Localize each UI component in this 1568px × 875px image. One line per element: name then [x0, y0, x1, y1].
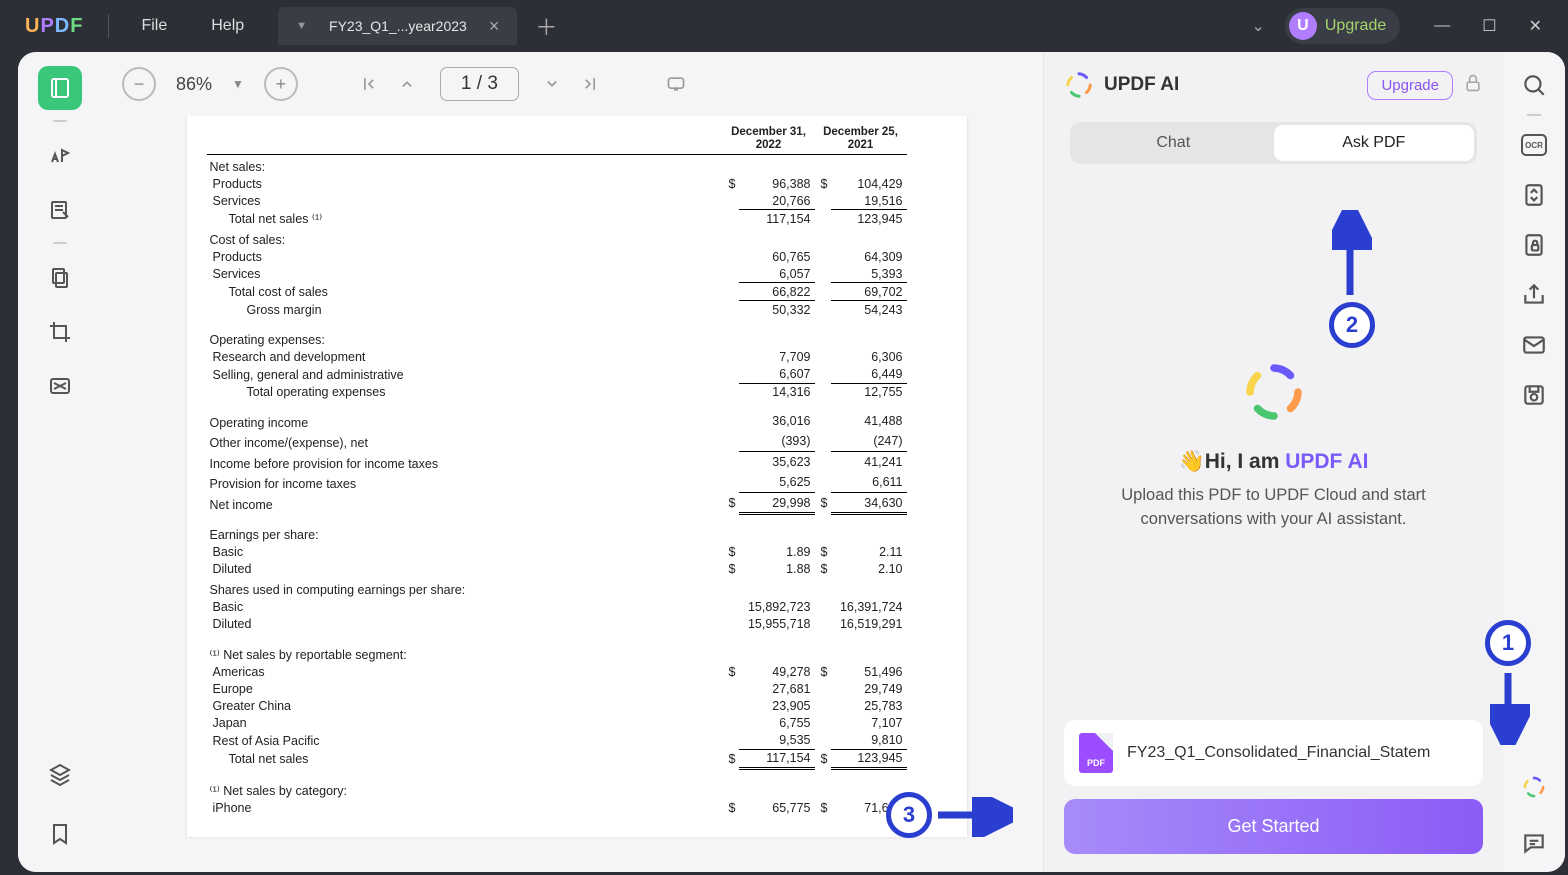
edit-tool[interactable]	[38, 188, 82, 232]
titlebar: UPDF File Help ▼ FY23_Q1_...year2023 × ＋…	[0, 0, 1568, 52]
left-toolbar	[18, 52, 102, 872]
upgrade-label: Upgrade	[1325, 17, 1386, 35]
first-page-button[interactable]	[354, 69, 384, 99]
redact-tool[interactable]	[38, 364, 82, 408]
ai-assistant-icon[interactable]	[1519, 772, 1549, 802]
comment-tool[interactable]	[38, 134, 82, 178]
ai-panel: UPDF AI Upgrade Chat Ask PDF 👋Hi, I am U…	[1043, 52, 1503, 872]
zoom-value[interactable]: 86%	[164, 74, 224, 95]
tab-dropdown-icon[interactable]: ▼	[286, 20, 317, 32]
separator	[1527, 114, 1541, 116]
search-icon[interactable]	[1519, 70, 1549, 100]
zoom-dropdown-icon[interactable]: ▼	[232, 77, 256, 91]
reader-tool[interactable]	[38, 66, 82, 110]
updf-ai-logo-icon	[1064, 70, 1094, 100]
app-logo: UPDF	[25, 15, 83, 38]
protect-icon[interactable]	[1519, 230, 1549, 260]
separator	[51, 242, 69, 246]
ai-upgrade-button[interactable]: Upgrade	[1367, 71, 1453, 100]
ai-greeting: 👋Hi, I am UPDF AI	[1179, 450, 1369, 474]
lock-icon[interactable]	[1463, 73, 1483, 98]
menu-help[interactable]: Help	[189, 17, 266, 35]
document-viewport[interactable]: December 31,2022December 25,2021Net sale…	[102, 116, 1043, 872]
page-indicator[interactable]: 1 / 3	[440, 67, 519, 101]
ai-panel-title: UPDF AI	[1104, 74, 1367, 96]
separator	[51, 120, 69, 124]
pdf-page: December 31,2022December 25,2021Net sale…	[187, 116, 967, 837]
annotation-1: 1	[1485, 620, 1531, 666]
save-icon[interactable]	[1519, 380, 1549, 410]
last-page-button[interactable]	[575, 69, 605, 99]
tab-title: FY23_Q1_...year2023	[317, 18, 479, 34]
user-avatar: U	[1289, 12, 1317, 40]
document-tab[interactable]: ▼ FY23_Q1_...year2023 ×	[278, 7, 517, 45]
annotation-2: 2	[1329, 302, 1375, 348]
divider	[108, 14, 109, 38]
zoom-out-button[interactable]: −	[122, 67, 156, 101]
convert-icon[interactable]	[1519, 180, 1549, 210]
document-area: − 86% ▼ + 1 / 3 December 31,2022December…	[102, 52, 1043, 872]
annotation-1-arrow	[1490, 670, 1530, 745]
annotation-3-arrow	[935, 797, 1013, 837]
bookmark-tool[interactable]	[38, 812, 82, 856]
menu-file[interactable]: File	[119, 17, 189, 35]
annotation-2-arrow	[1332, 210, 1372, 300]
ai-body: 👋Hi, I am UPDF AI Upload this PDF to UPD…	[1064, 174, 1483, 720]
tab-close-icon[interactable]: ×	[479, 16, 510, 37]
ai-filename: FY23_Q1_Consolidated_Financial_Statem	[1127, 744, 1430, 762]
ocr-icon[interactable]: OCR	[1519, 130, 1549, 160]
presentation-button[interactable]	[661, 69, 691, 99]
tab-ask-pdf[interactable]: Ask PDF	[1274, 125, 1475, 161]
zoom-in-button[interactable]: +	[264, 67, 298, 101]
annotation-3: 3	[886, 792, 932, 838]
new-tab-button[interactable]: ＋	[517, 10, 575, 42]
updf-ai-logo-large-icon	[1244, 362, 1304, 422]
ai-file-card: PDF FY23_Q1_Consolidated_Financial_State…	[1064, 720, 1483, 786]
layers-tool[interactable]	[38, 752, 82, 796]
tabs-overflow-icon[interactable]: ⌄	[1231, 16, 1284, 36]
ai-header: UPDF AI Upgrade	[1064, 70, 1483, 100]
financial-table: December 31,2022December 25,2021Net sale…	[207, 124, 907, 817]
next-page-button[interactable]	[537, 69, 567, 99]
chat-icon[interactable]	[1519, 828, 1549, 858]
ai-tabs: Chat Ask PDF	[1070, 122, 1477, 164]
upgrade-button[interactable]: U Upgrade	[1285, 8, 1400, 44]
pdf-file-icon: PDF	[1079, 733, 1113, 773]
right-toolbar: OCR	[1503, 52, 1565, 872]
ai-description: Upload this PDF to UPDF Cloud and start …	[1072, 484, 1475, 532]
tab-chat[interactable]: Chat	[1073, 125, 1274, 161]
window-minimize-icon[interactable]: —	[1418, 17, 1466, 35]
crop-tool[interactable]	[38, 310, 82, 354]
window-close-icon[interactable]: ✕	[1513, 16, 1558, 36]
document-toolbar: − 86% ▼ + 1 / 3	[102, 52, 1043, 116]
get-started-button[interactable]: Get Started	[1064, 799, 1483, 854]
share-icon[interactable]	[1519, 280, 1549, 310]
page-tool[interactable]	[38, 256, 82, 300]
prev-page-button[interactable]	[392, 69, 422, 99]
email-icon[interactable]	[1519, 330, 1549, 360]
window-maximize-icon[interactable]: ☐	[1466, 16, 1512, 36]
workspace: − 86% ▼ + 1 / 3 December 31,2022December…	[18, 52, 1565, 872]
